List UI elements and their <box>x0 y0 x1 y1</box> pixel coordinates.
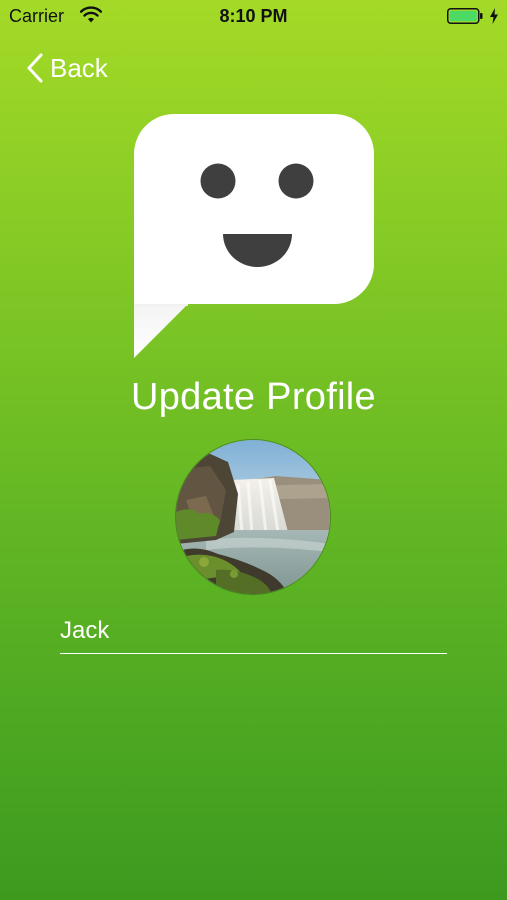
bolt-icon <box>490 8 498 24</box>
status-bar: Carrier 8:10 PM <box>0 0 507 34</box>
chevron-left-icon <box>27 53 43 83</box>
waterfall-photo <box>176 440 330 594</box>
smiley-speech-bubble-icon <box>134 114 374 358</box>
back-label: Back <box>50 52 108 83</box>
status-time: 8:10 PM <box>219 6 288 26</box>
page-title: Update Profile <box>130 376 376 418</box>
name-field[interactable] <box>60 608 447 654</box>
back-button[interactable]: Back <box>26 52 108 84</box>
avatar[interactable] <box>176 440 330 594</box>
battery-icon <box>447 8 483 24</box>
